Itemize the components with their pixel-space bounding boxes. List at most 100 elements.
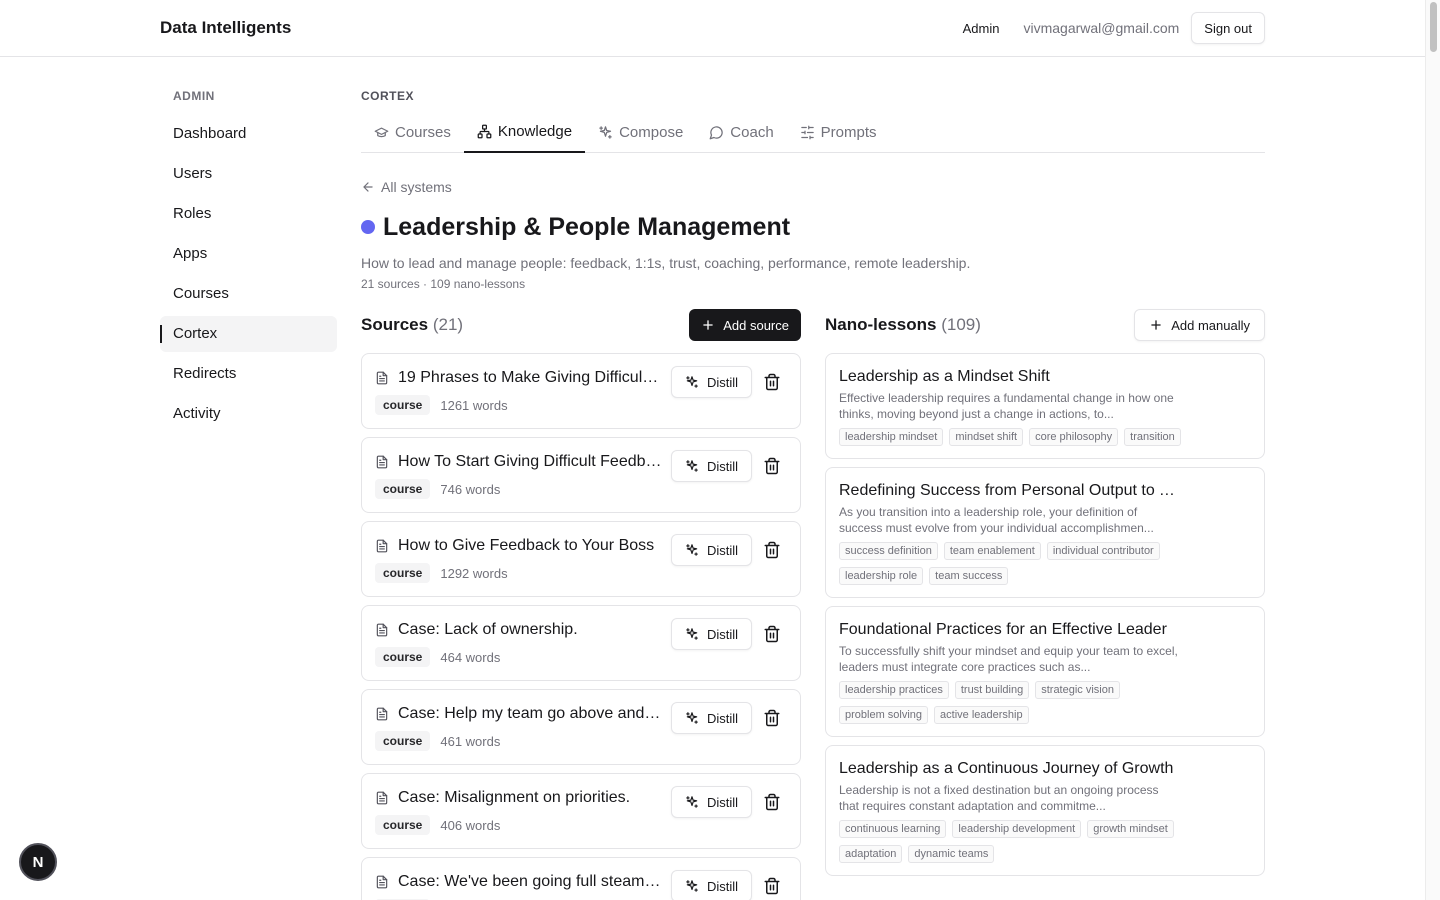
distill-button[interactable]: Distill [671,786,753,818]
top-bar: Data Intelligents Admin vivmagarwal@gmai… [0,0,1425,57]
source-card[interactable]: Case: Lack of ownership. course 464 words D… [361,605,801,681]
source-card[interactable]: Case: We've been going full steam aheadc… [361,857,801,900]
page-title-row: Leadership & People Management [361,209,1265,245]
source-card[interactable]: Case: Help my team go above and beyond co… [361,689,801,765]
distill-button[interactable]: Distill [671,870,753,900]
lesson-card[interactable]: Foundational Practices for an Effective … [825,606,1265,737]
tab-compose[interactable]: Compose [585,112,696,152]
lesson-title[interactable]: Foundational Practices for an Effective … [839,621,1179,639]
lesson-card[interactable]: Leadership as a Mindset Shift Effective l… [825,353,1265,459]
graduation-cap-icon [374,127,389,137]
back-link-all-systems[interactable]: All systems [361,175,1265,199]
add-source-button[interactable]: Add source [689,309,801,341]
file-text-icon [376,623,388,637]
lesson-title[interactable]: Leadership as a Continuous Journey of Gr… [839,760,1179,778]
page-scrollbar[interactable] [1425,0,1440,900]
scrollbar-thumb[interactable] [1430,2,1437,52]
lesson-card[interactable]: Redefining Success from Personal Output … [825,467,1265,598]
tab-knowledge[interactable]: Knowledge [463,112,586,153]
network-icon [477,124,492,139]
source-card[interactable]: Case: Misalignment on priorities. course 4… [361,773,801,849]
sparkles-icon [686,712,698,724]
sidebar-item-redirects[interactable]: Redirects [160,356,337,392]
distill-button[interactable]: Distill [671,450,753,482]
sources-title: Sources (21) [361,315,463,335]
lesson-tag: team success [929,567,1009,585]
sidebar-item-activity[interactable]: Activity [160,396,337,432]
source-title[interactable]: 19 Phrases to Make Giving Difficult Feed… [398,369,662,387]
sign-out-button[interactable]: Sign out [1191,12,1265,44]
tab-prompts[interactable]: Prompts [787,112,890,152]
lessons-title-text: Nano-lessons [825,315,937,334]
source-title[interactable]: Case: Help my team go above and beyond [398,705,662,723]
source-card[interactable]: How To Start Giving Difficult Feedback co… [361,437,801,513]
sidebar-item-apps[interactable]: Apps [160,236,337,272]
trash-icon[interactable] [763,541,781,559]
dev-badge-letter: N [32,853,44,871]
lesson-tags: leadership practices trust building strate… [839,681,1199,724]
source-word-count: 1292 words [440,565,508,581]
lesson-tag: leadership development [952,820,1082,838]
lesson-tag: success definition [839,542,938,560]
source-card[interactable]: 19 Phrases to Make Giving Difficult Feed… [361,353,801,429]
source-type-badge: course [375,395,431,415]
arrow-left-icon [363,182,373,192]
lesson-tag: leadership practices [839,681,949,699]
cortex-tabs: Courses Knowledge Compose Coach Prompts [361,112,1265,153]
source-title[interactable]: How to Give Feedback to Your Boss [398,537,662,555]
sidebar-item-cortex[interactable]: Cortex [160,316,337,352]
source-meta: course 406 words [375,815,500,835]
lessons-title: Nano-lessons (109) [825,315,981,335]
content-columns: Sources (21) Add source 19 Phrases to Ma… [361,309,1265,900]
lesson-card[interactable]: Leadership as a Continuous Journey of Gr… [825,745,1265,876]
message-circle-icon [709,125,724,139]
distill-button[interactable]: Distill [671,534,753,566]
source-card[interactable]: How to Give Feedback to Your Boss course 1… [361,521,801,597]
distill-button[interactable]: Distill [671,618,753,650]
trash-icon[interactable] [763,709,781,727]
sidebar-item-roles[interactable]: Roles [160,196,337,232]
file-text-icon [376,875,388,889]
trash-icon[interactable] [763,457,781,475]
trash-icon[interactable] [763,625,781,643]
brand-logo-text[interactable]: Data Intelligents [160,18,291,38]
main-content: CORTEX Courses Knowledge Compose Coach P… [361,80,1265,900]
distill-label: Distill [707,794,739,810]
lesson-title[interactable]: Leadership as a Mindset Shift [839,368,1179,386]
distill-button[interactable]: Distill [671,366,753,398]
source-title[interactable]: How To Start Giving Difficult Feedback [398,453,662,471]
tab-label: Coach [730,123,774,141]
add-source-label: Add source [723,317,789,333]
trash-icon[interactable] [763,793,781,811]
sidebar-item-courses[interactable]: Courses [160,276,337,312]
section-label: CORTEX [361,89,415,103]
source-title[interactable]: Case: We've been going full steam ahead [398,873,662,891]
distill-button[interactable]: Distill [671,702,753,734]
sources-column: Sources (21) Add source 19 Phrases to Ma… [361,309,801,900]
sparkles-icon [686,544,698,556]
tab-label: Courses [395,123,451,141]
source-title[interactable]: Case: Lack of ownership. [398,621,662,639]
source-word-count: 406 words [440,817,501,833]
trash-icon[interactable] [763,373,781,391]
plus-icon [1151,320,1161,330]
source-title[interactable]: Case: Misalignment on priorities. [398,789,662,807]
sliders-icon [800,125,814,139]
file-text-icon [376,371,388,385]
lesson-tag: problem solving [839,706,929,724]
lesson-summary: Effective leadership requires a fundamen… [839,391,1174,421]
dev-tools-badge[interactable]: N [19,843,57,881]
admin-link[interactable]: Admin [963,21,1000,36]
file-text-icon [376,707,388,721]
tab-courses[interactable]: Courses [361,112,464,152]
sidebar-item-dashboard[interactable]: Dashboard [160,116,337,152]
lesson-title[interactable]: Redefining Success from Personal Output … [839,482,1179,500]
source-word-count: 746 words [440,481,501,497]
sidebar-item-users[interactable]: Users [160,156,337,192]
trash-icon[interactable] [763,877,781,895]
tab-coach[interactable]: Coach [696,112,786,152]
user-email: vivmagarwal@gmail.com [1023,20,1180,36]
source-meta: course 1292 words [375,563,508,583]
admin-sidebar: ADMIN Dashboard Users Roles Apps Courses… [160,80,337,432]
add-manually-button[interactable]: Add manually [1134,309,1265,341]
